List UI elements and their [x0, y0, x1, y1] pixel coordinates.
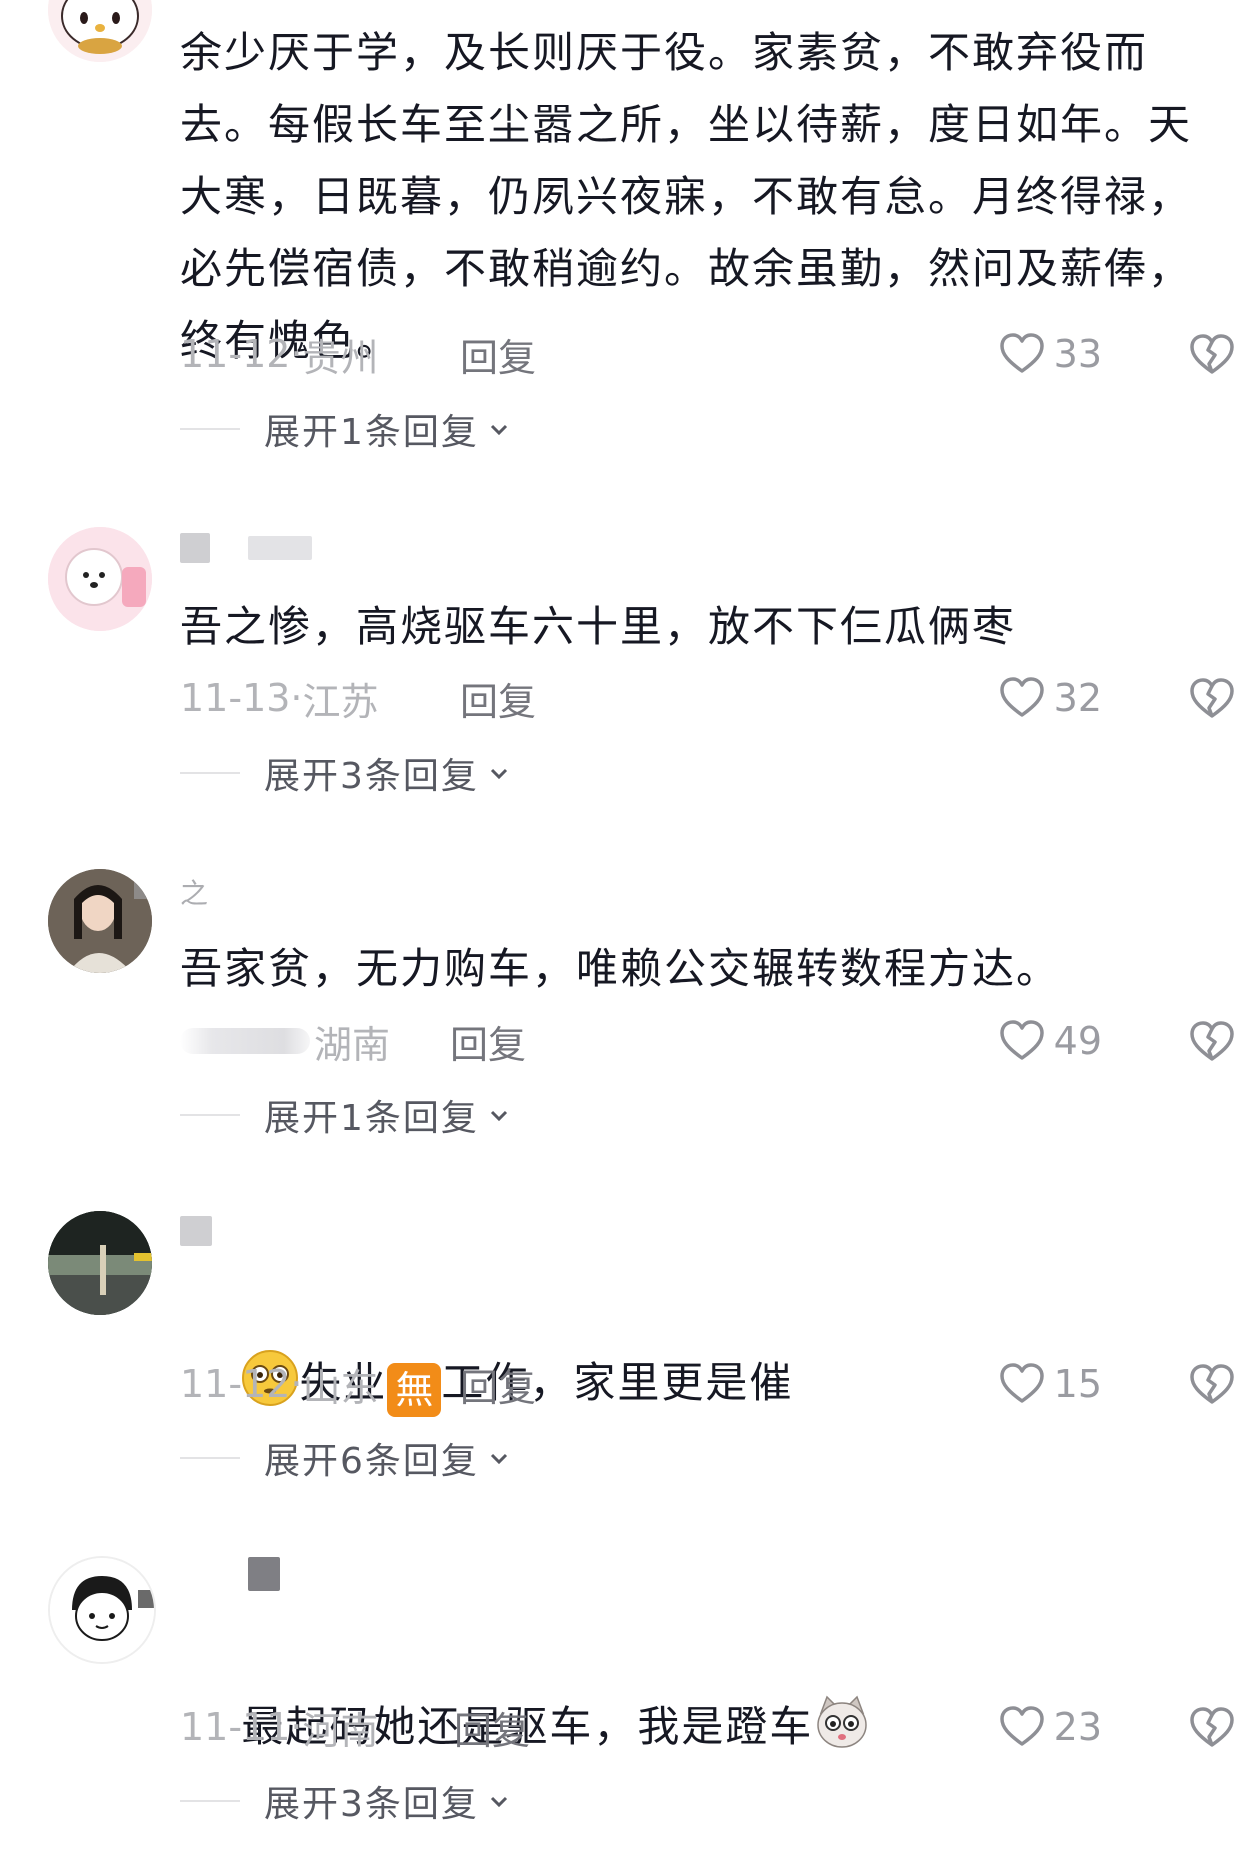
puppy-avatar-icon — [48, 527, 152, 631]
dislike-button[interactable] — [1186, 1701, 1238, 1753]
username-blurred — [180, 533, 210, 563]
reply-button[interactable]: 回复 — [454, 1700, 530, 1755]
reply-button[interactable]: 回复 — [460, 671, 536, 726]
like-button[interactable]: 33 — [998, 330, 1102, 378]
avatar[interactable] — [48, 869, 152, 973]
expand-replies-label: 展开3条回复 — [264, 756, 479, 797]
comment-date-location: 11-11 · 河南 — [180, 1700, 420, 1755]
expand-replies-label: 展开6条回复 — [264, 1441, 479, 1482]
broken-heart-icon — [1190, 334, 1234, 374]
heart-outline-icon — [999, 1020, 1044, 1060]
avatar[interactable] — [48, 1556, 156, 1664]
comment-date-location: 11-12 · 山东 — [180, 1357, 420, 1412]
expand-replies[interactable]: 展开6条回复 — [180, 1433, 511, 1483]
avatar[interactable] — [48, 0, 152, 62]
broken-heart-icon — [1190, 678, 1234, 718]
heart-outline-icon — [999, 1363, 1044, 1403]
username-blurred — [248, 1557, 280, 1591]
reply-button[interactable]: 回复 — [460, 327, 536, 382]
comment-meta: 11-12 · 贵州 回复 33 — [180, 328, 1240, 380]
comment-text: 余少厌于学，及长则厌于役。家素贫，不敢弃役而去。每假长车至尘嚣之所，坐以待薪，度… — [180, 28, 1193, 365]
like-count: 33 — [1053, 332, 1102, 376]
like-button[interactable]: 32 — [998, 674, 1102, 722]
comment-date-location: 11-12 · 贵州 — [180, 327, 420, 382]
heart-outline-icon — [999, 1706, 1044, 1746]
comment-text: 吾之惨，高烧驱车六十里，放不下仨瓜俩枣 — [180, 602, 1017, 651]
comment-date-blurred — [180, 1028, 310, 1054]
broken-heart-icon — [1190, 1707, 1234, 1747]
comment-date-location: 湖南 — [180, 1014, 420, 1069]
divider — [180, 428, 240, 430]
expand-replies-label: 展开3条回复 — [264, 1784, 479, 1825]
divider — [180, 772, 240, 774]
expand-replies[interactable]: 展开1条回复 — [180, 1090, 511, 1140]
photo-avatar-icon — [48, 869, 152, 973]
like-count: 49 — [1053, 1019, 1102, 1063]
comment-text: 吾家贫，无力购车，唯赖公交辗转数程方达。 — [180, 944, 1061, 993]
comment-meta: 11-13 · 江苏 回复 32 — [180, 672, 1240, 724]
cartoon-girl-avatar-icon — [50, 1558, 154, 1662]
like-button[interactable]: 49 — [998, 1017, 1102, 1065]
avatar[interactable] — [48, 527, 152, 631]
divider — [180, 1457, 240, 1459]
heart-outline-icon — [999, 677, 1044, 717]
comment-date-location: 11-13 · 江苏 — [180, 671, 420, 726]
comment-date: 11-11 — [180, 1705, 291, 1749]
reply-button[interactable]: 回复 — [460, 1357, 536, 1412]
reply-button[interactable]: 回复 — [450, 1014, 526, 1069]
like-count: 23 — [1053, 1705, 1102, 1749]
divider — [180, 1800, 240, 1802]
hello-kitty-avatar-icon — [48, 0, 152, 62]
divider — [180, 1114, 240, 1116]
heart-outline-icon — [999, 333, 1044, 373]
comment-date: 11-13 — [180, 676, 291, 720]
comment-location: 河南 — [302, 1708, 379, 1753]
dislike-button[interactable] — [1186, 1358, 1238, 1410]
avatar[interactable] — [48, 1211, 152, 1315]
expand-replies-label: 展开1条回复 — [264, 412, 479, 453]
dislike-button[interactable] — [1186, 1015, 1238, 1067]
comment-meta: 11-11 · 河南 回复 23 — [180, 1701, 1240, 1753]
broken-heart-icon — [1190, 1021, 1234, 1061]
username[interactable] — [180, 533, 350, 563]
username[interactable] — [180, 1557, 318, 1591]
broken-heart-icon — [1190, 1364, 1234, 1404]
username-blurred — [180, 1216, 212, 1246]
username[interactable]: 之 — [180, 877, 208, 910]
comment-location: 江苏 — [302, 679, 379, 724]
like-count: 32 — [1053, 676, 1102, 720]
username[interactable] — [180, 1216, 250, 1246]
like-button[interactable]: 23 — [998, 1703, 1102, 1751]
photo-avatar-icon — [48, 1211, 152, 1315]
expand-replies[interactable]: 展开3条回复 — [180, 1776, 511, 1826]
username-blurred — [248, 536, 312, 560]
expand-replies[interactable]: 展开1条回复 — [180, 404, 511, 454]
comment-meta: 湖南 回复 49 — [180, 1015, 1240, 1067]
like-count: 15 — [1053, 1362, 1102, 1406]
expand-replies-label: 展开1条回复 — [264, 1098, 479, 1139]
like-button[interactable]: 15 — [998, 1360, 1102, 1408]
chevron-down-icon — [487, 1446, 511, 1470]
comment-meta: 11-12 · 山东 回复 15 — [180, 1358, 1240, 1410]
comment-date: 11-12 — [180, 332, 291, 376]
comment-location: 贵州 — [302, 335, 379, 380]
chevron-down-icon — [487, 761, 511, 785]
comment-location: 山东 — [302, 1365, 379, 1410]
expand-replies[interactable]: 展开3条回复 — [180, 748, 511, 798]
comment-date: 11-12 — [180, 1362, 291, 1406]
comment-location: 湖南 — [314, 1022, 391, 1067]
chevron-down-icon — [487, 1789, 511, 1813]
dislike-button[interactable] — [1186, 672, 1238, 724]
dislike-button[interactable] — [1186, 328, 1238, 380]
chevron-down-icon — [487, 1103, 511, 1127]
chevron-down-icon — [487, 417, 511, 441]
